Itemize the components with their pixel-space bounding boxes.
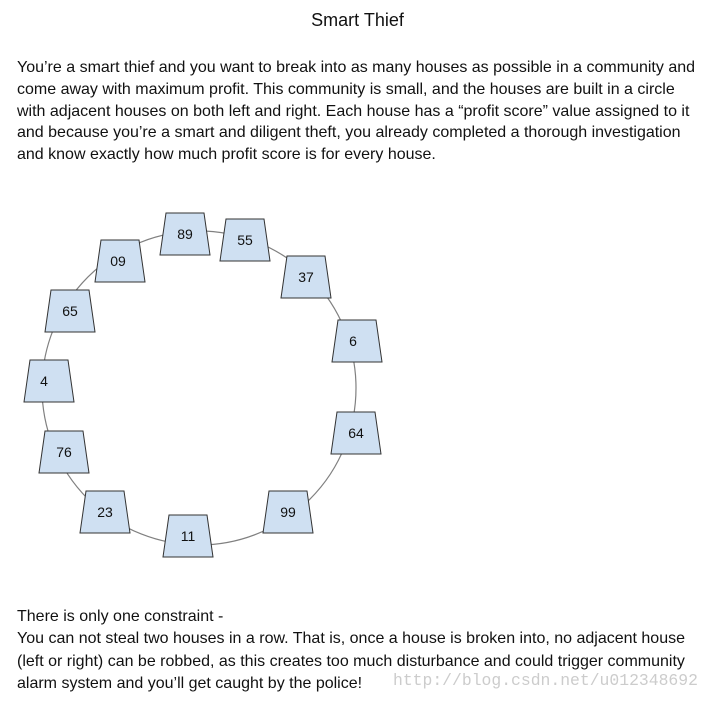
house-label: 11 xyxy=(181,528,196,544)
house-node: 6 xyxy=(331,319,383,363)
house-shape xyxy=(23,359,75,403)
house-node: 09 xyxy=(94,239,146,283)
houses-circle-diagram: 89 55 37 6 64 99 11 23 76 4 65 09 xyxy=(23,212,383,558)
house-node: 76 xyxy=(38,430,90,474)
intro-line: You’re a smart thief and you want to bre… xyxy=(17,59,696,76)
page-title: Smart Thief xyxy=(311,10,404,30)
house-node: 89 xyxy=(159,212,211,256)
intro-paragraph: You’re a smart thief and you want to bre… xyxy=(17,57,695,166)
house-label: 6 xyxy=(349,333,357,349)
intro-line: come away with maximum profit. This comm… xyxy=(17,80,675,98)
house-node: 23 xyxy=(79,490,131,534)
house-node: 65 xyxy=(44,289,96,333)
house-label: 55 xyxy=(237,232,253,248)
house-node: 4 xyxy=(23,359,75,403)
constraint-line: You can not steal two houses in a row. T… xyxy=(17,630,685,648)
house-node: 64 xyxy=(330,411,382,455)
intro-line: and know exactly how much profit score i… xyxy=(17,146,436,164)
intro-line: and because you’re a smart and diligent … xyxy=(17,124,681,142)
house-node: 55 xyxy=(219,218,271,262)
house-label: 4 xyxy=(40,373,48,389)
blog-watermark: http://blog.csdn.net/u012348692 xyxy=(393,671,698,690)
constraint-line: There is only one constraint - xyxy=(17,608,224,625)
house-label: 89 xyxy=(177,226,193,242)
house-node: 11 xyxy=(162,514,214,558)
house-label: 23 xyxy=(97,504,113,520)
house-label: 09 xyxy=(110,253,126,269)
house-node: 37 xyxy=(280,255,332,299)
house-node: 99 xyxy=(262,490,314,534)
house-shape xyxy=(331,319,383,363)
house-label: 99 xyxy=(280,504,296,520)
house-label: 64 xyxy=(348,425,364,441)
house-label: 76 xyxy=(56,444,72,460)
house-label: 65 xyxy=(62,303,78,319)
house-label: 37 xyxy=(298,269,314,285)
intro-line: with adjacent houses on both left and ri… xyxy=(17,102,690,120)
